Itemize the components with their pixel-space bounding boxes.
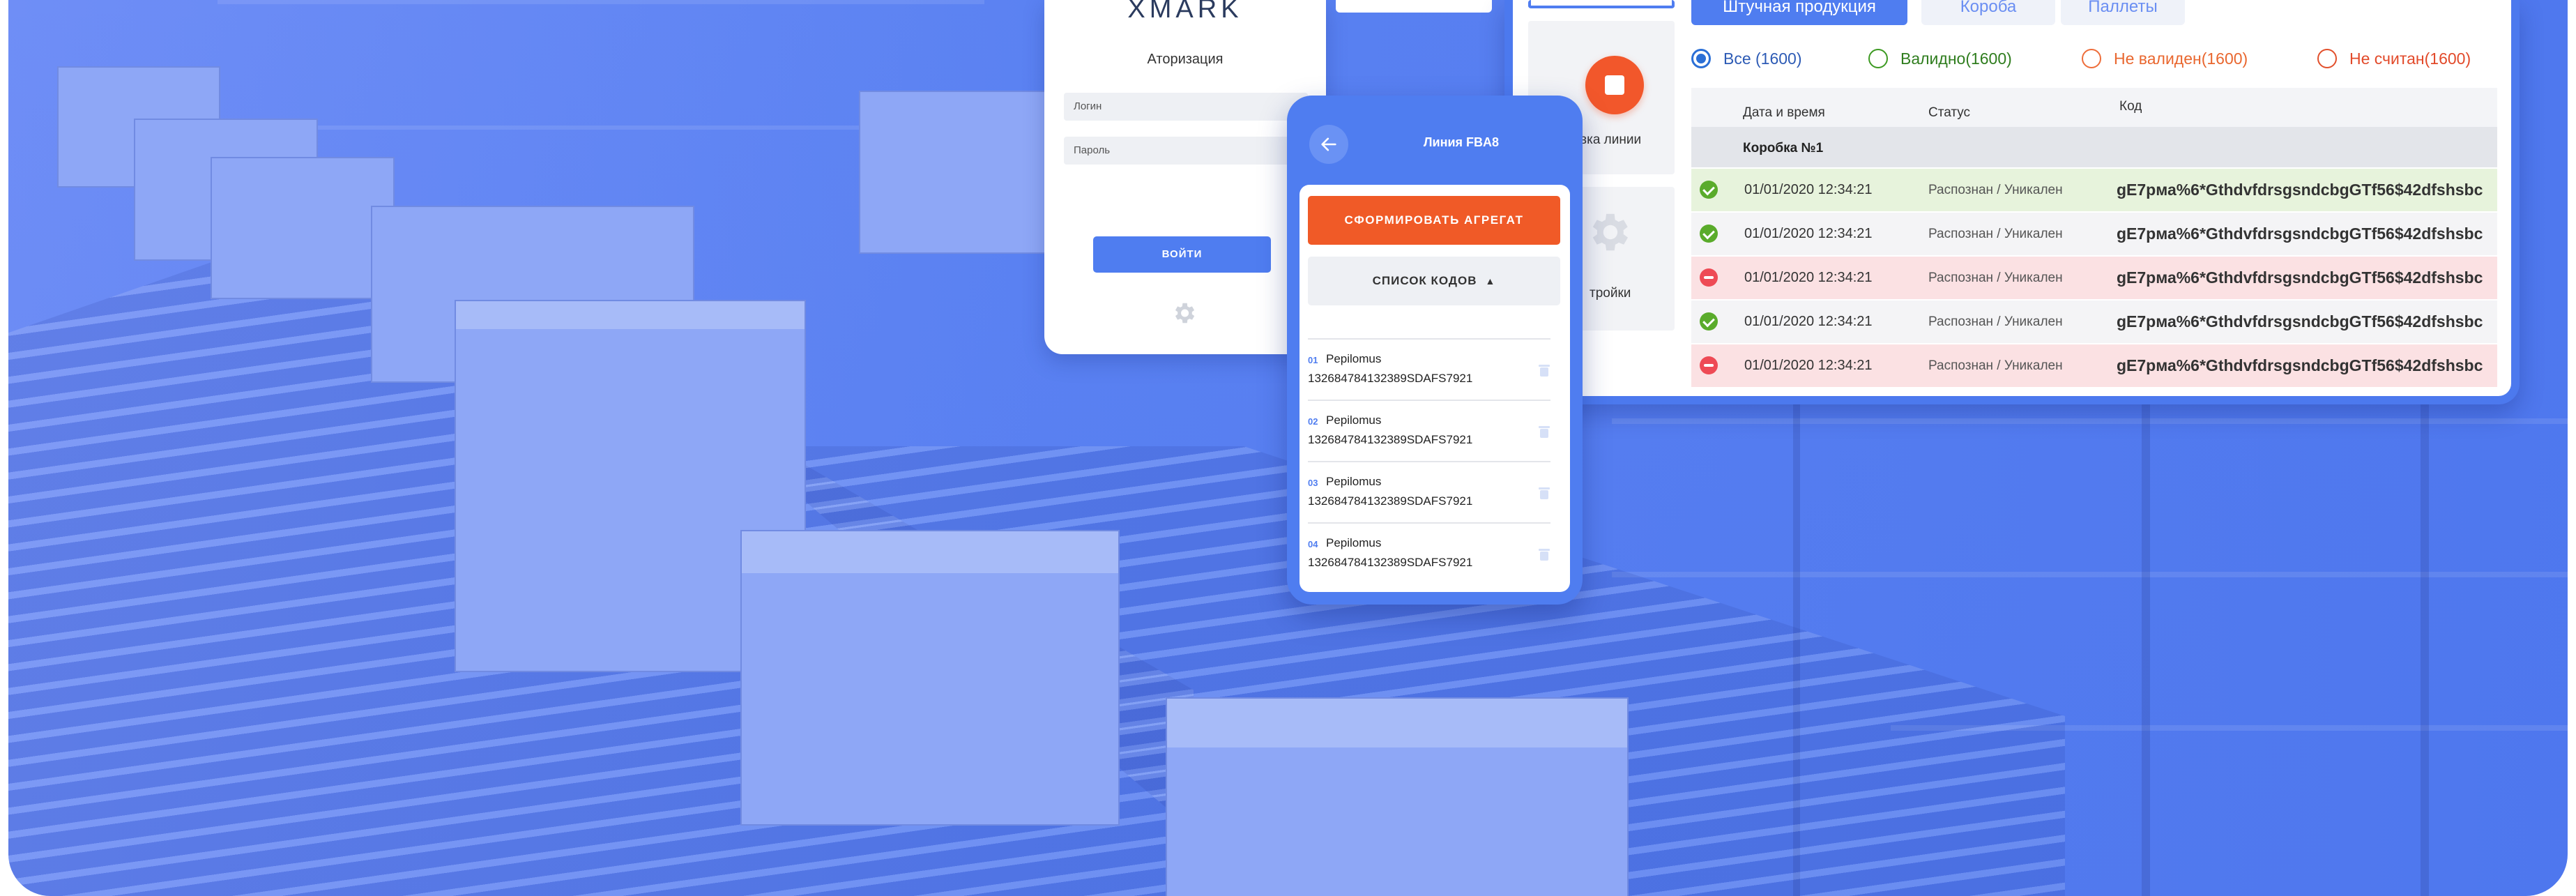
- gear-icon[interactable]: [1171, 300, 1197, 326]
- codes-table: Дата и время Статус Код Коробка №1 01/01…: [1691, 88, 2497, 387]
- row-code: gE7pма%6*Gthdvfdrsgsndcbg​GTf56$42dfshsb…: [2117, 225, 2483, 243]
- row-code: gE7pма%6*Gthdvfdrsgsndcbg​GTf56$42dfshsb…: [2117, 181, 2483, 199]
- row-datetime: 01/01/2020 12:34:21: [1744, 226, 1873, 241]
- item-number: 03: [1308, 478, 1318, 488]
- list-item[interactable]: 01 Pepilomus 132684784132389SDAFS7921: [1308, 338, 1550, 400]
- header-status: Статус: [1928, 105, 1971, 120]
- tab-pallets[interactable]: Паллеты: [2061, 0, 2185, 25]
- row-datetime: 01/01/2020 12:34:21: [1744, 314, 1873, 329]
- table-row[interactable]: 01/01/2020 12:34:21 Распознан / Уникален…: [1691, 211, 2497, 255]
- sidebar-top-tile[interactable]: [1528, 0, 1675, 8]
- item-code: 132684784132389SDAFS7921: [1308, 494, 1473, 508]
- row-datetime: 01/01/2020 12:34:21: [1744, 270, 1873, 285]
- item-name: Pepilomus: [1326, 536, 1382, 549]
- row-status: Распознан / Уникален: [1928, 183, 2063, 197]
- item-code: 132684784132389SDAFS7921: [1308, 556, 1473, 569]
- group-label: Коробка №1: [1743, 141, 1824, 155]
- item-number: 04: [1308, 539, 1318, 549]
- table-row[interactable]: 01/01/2020 12:34:21 Распознан / Уникален…: [1691, 299, 2497, 343]
- stop-icon[interactable]: [1585, 56, 1644, 114]
- codes-list-label: СПИСОК КОДОВ: [1372, 274, 1477, 287]
- table-row[interactable]: 01/01/2020 12:34:21 Распознан / Уникален…: [1691, 343, 2497, 387]
- codes-list-toggle[interactable]: СПИСОК КОДОВ ▲: [1308, 257, 1560, 305]
- background-panel-strip: [1336, 0, 1492, 13]
- radio-selected-icon: [1691, 49, 1711, 68]
- login-field[interactable]: Логин: [1064, 93, 1308, 121]
- row-datetime: 01/01/2020 12:34:21: [1744, 358, 1873, 373]
- logo: XMARK: [1127, 0, 1243, 24]
- list-item[interactable]: 04 Pepilomus 132684784132389SDAFS7921: [1308, 522, 1550, 584]
- login-button[interactable]: ВОЙТИ: [1093, 236, 1271, 273]
- filter-unread-label: Не считан(1600): [2349, 49, 2471, 68]
- item-name: Pepilomus: [1326, 413, 1382, 427]
- header-code: Код: [2119, 99, 2142, 114]
- mobile-panel: Линия FBA8 СФОРМИРОВАТЬ АГРЕГАТ СПИСОК К…: [1287, 96, 1583, 605]
- filter-unread[interactable]: Не считан(1600): [2317, 46, 2471, 71]
- check-icon: [1700, 312, 1718, 331]
- chevron-up-icon: ▲: [1485, 275, 1496, 287]
- trash-icon[interactable]: [1538, 547, 1550, 561]
- header-datetime: Дата и время: [1743, 105, 1825, 120]
- settings-label: тройки: [1590, 286, 1631, 301]
- row-status: Распознан / Уникален: [1928, 314, 2063, 329]
- trash-icon[interactable]: [1538, 425, 1550, 439]
- filter-all-label: Все (1600): [1723, 49, 1802, 68]
- status-filters: Все (1600) Валидно(1600) Не валиден(1600…: [1691, 46, 2514, 74]
- desktop-panel: вка линии тройки Штучная продукция Короб…: [1504, 0, 2520, 404]
- trash-icon[interactable]: [1538, 363, 1550, 377]
- filter-valid-label: Валидно(1600): [1900, 49, 2012, 68]
- mobile-title: Линия FBA8: [1423, 135, 1500, 149]
- back-button[interactable]: [1309, 125, 1348, 164]
- list-item[interactable]: 02 Pepilomus 132684784132389SDAFS7921: [1308, 400, 1550, 461]
- login-subtitle: Аторизация: [1147, 52, 1224, 67]
- cargo-box: [859, 91, 1071, 254]
- codes-list: 01 Pepilomus 132684784132389SDAFS7921 02…: [1308, 338, 1550, 584]
- filter-all[interactable]: Все (1600): [1691, 46, 1802, 71]
- minus-icon: [1700, 356, 1718, 374]
- cargo-box: [211, 157, 395, 299]
- back-arrow-icon: [1321, 137, 1336, 151]
- login-panel: XMARK Аторизация Логин Пароль ВОЙТИ: [1044, 0, 1326, 354]
- list-item[interactable]: 03 Pepilomus 132684784132389SDAFS7921: [1308, 461, 1550, 522]
- gear-icon: [1592, 213, 1628, 251]
- radio-icon: [1868, 49, 1888, 68]
- tab-boxes[interactable]: Короба: [1921, 0, 2055, 25]
- row-status: Распознан / Уникален: [1928, 358, 2063, 373]
- trash-icon[interactable]: [1538, 486, 1550, 500]
- row-status: Распознан / Уникален: [1928, 271, 2063, 285]
- item-number: 01: [1308, 355, 1318, 365]
- form-aggregate-button[interactable]: СФОРМИРОВАТЬ АГРЕГАТ: [1308, 196, 1560, 245]
- check-icon: [1700, 181, 1718, 199]
- cargo-box: [740, 530, 1120, 826]
- stop-line-label: вка линии: [1580, 132, 1642, 147]
- table-row[interactable]: 01/01/2020 12:34:21 Распознан / Уникален…: [1691, 255, 2497, 299]
- cargo-box: [1166, 697, 1629, 896]
- group-row[interactable]: Коробка №1: [1691, 127, 2497, 167]
- table-row[interactable]: 01/01/2020 12:34:21 Распознан / Уникален…: [1691, 167, 2497, 211]
- row-status: Распознан / Уникален: [1928, 227, 2063, 241]
- item-code: 132684784132389SDAFS7921: [1308, 372, 1473, 385]
- row-datetime: 01/01/2020 12:34:21: [1744, 182, 1873, 197]
- row-code: gE7pма%6*Gthdvfdrsgsndcbg​GTf56$42dfshsb…: [2117, 268, 2483, 287]
- minus-icon: [1700, 268, 1718, 287]
- row-code: gE7pма%6*Gthdvfdrsgsndcbg​GTf56$42dfshsb…: [2117, 312, 2483, 331]
- mobile-header: Линия FBA8: [1287, 96, 1583, 186]
- row-code: gE7pма%6*Gthdvfdrsgsndcbg​GTf56$42dfshsb…: [2117, 356, 2483, 374]
- mobile-card: СФОРМИРОВАТЬ АГРЕГАТ СПИСОК КОДОВ ▲ 01 Pe…: [1300, 185, 1570, 592]
- table-header: Дата и время Статус Код: [1691, 88, 2497, 127]
- check-icon: [1700, 225, 1718, 243]
- radio-icon: [2317, 49, 2337, 68]
- item-name: Pepilomus: [1326, 475, 1382, 488]
- password-field[interactable]: Пароль: [1064, 137, 1308, 165]
- filter-valid[interactable]: Валидно(1600): [1868, 46, 2012, 71]
- filter-invalid[interactable]: Не валиден(1600): [2082, 46, 2248, 71]
- radio-icon: [2082, 49, 2101, 68]
- item-code: 132684784132389SDAFS7921: [1308, 433, 1473, 446]
- filter-invalid-label: Не валиден(1600): [2114, 49, 2248, 68]
- tab-pieces[interactable]: Штучная продукция: [1691, 0, 1907, 25]
- item-name: Pepilomus: [1326, 352, 1382, 365]
- item-number: 02: [1308, 416, 1318, 427]
